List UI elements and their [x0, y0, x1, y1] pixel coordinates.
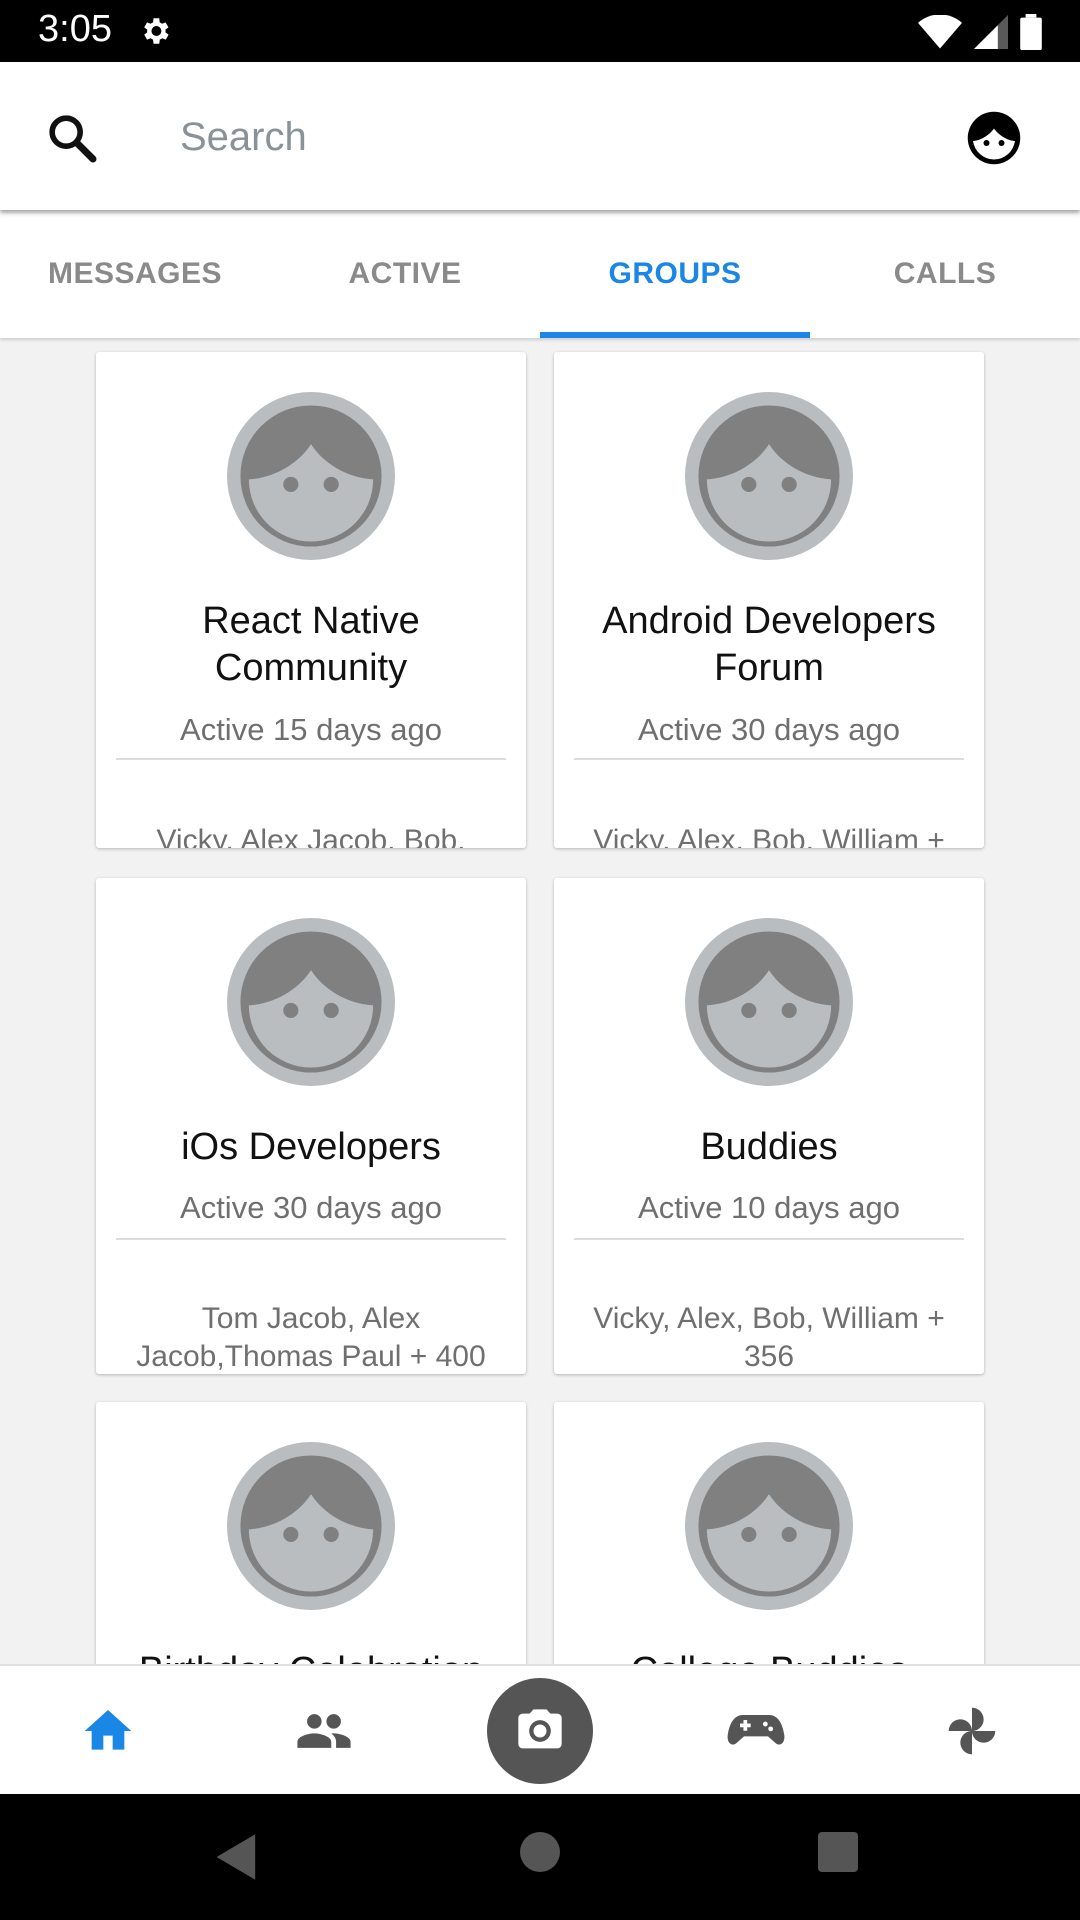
group-active-status: Active 10 days ago: [638, 1190, 900, 1225]
nav-home[interactable]: [0, 1666, 216, 1796]
search-header: [0, 62, 1080, 210]
status-bar: 3:05: [0, 0, 1080, 62]
group-members: Vicky, Alex, Bob, William + 356: [593, 1302, 945, 1373]
nav-camera[interactable]: [432, 1666, 648, 1796]
group-members: Tom Jacob, Alex Jacob,Thomas Paul + 400: [136, 1302, 486, 1373]
group-avatar-icon: [227, 1442, 395, 1610]
group-name: College Buddies: [574, 1648, 964, 1664]
bottom-nav: [0, 1664, 1080, 1796]
settings-gear-icon: [144, 18, 169, 44]
group-avatar-icon: [227, 392, 395, 560]
group-name: iOs Developers: [181, 1126, 441, 1168]
nav-people[interactable]: [216, 1666, 432, 1796]
home-icon: [84, 1710, 132, 1750]
tab-active[interactable]: ACTIVE: [270, 210, 540, 338]
tab-bar: MESSAGES ACTIVE GROUPS CALLS: [0, 210, 1080, 338]
active-tab-indicator: [540, 332, 810, 338]
nav-discover[interactable]: [864, 1666, 1080, 1796]
signal-icon: [974, 15, 1008, 49]
status-time: 3:05: [38, 8, 112, 50]
group-members: Vicky, Alex, Bob, William + 356: [593, 824, 945, 848]
search-input[interactable]: [178, 100, 902, 174]
card-divider: [116, 758, 506, 760]
search-icon[interactable]: [44, 110, 100, 166]
battery-icon: [1020, 14, 1042, 50]
pinwheel-icon: [948, 1707, 996, 1755]
home-circle-icon[interactable]: [520, 1832, 560, 1872]
status-indicators: [918, 12, 1042, 52]
group-name: Buddies: [700, 1126, 838, 1168]
camera-icon: [518, 1709, 562, 1749]
back-icon[interactable]: [214, 1832, 260, 1882]
group-name: React Native Community: [202, 600, 420, 689]
group-avatar-icon: [685, 392, 853, 560]
card-divider: [116, 1238, 506, 1240]
people-icon: [297, 1714, 351, 1748]
nav-games[interactable]: [648, 1666, 864, 1796]
group-name: Android Developers Forum: [602, 600, 936, 689]
group-card[interactable]: College Buddies: [554, 1402, 984, 1664]
system-nav-bar: [0, 1794, 1080, 1920]
group-card[interactable]: Buddies Active 10 days ago Vicky, Alex, …: [554, 878, 984, 1374]
groups-grid: React Native Community Active 15 days ag…: [0, 338, 1080, 1664]
group-card[interactable]: iOs Developers Active 30 days ago Tom Ja…: [96, 878, 526, 1374]
group-avatar-icon: [227, 918, 395, 1086]
group-members: Vicky, Alex Jacob, Bob, William + 320: [156, 824, 466, 848]
group-avatar-icon: [685, 918, 853, 1086]
tab-messages[interactable]: MESSAGES: [0, 210, 270, 338]
wifi-icon: [918, 15, 962, 49]
recents-icon[interactable]: [818, 1832, 858, 1872]
tab-calls[interactable]: CALLS: [810, 210, 1080, 338]
group-avatar-icon: [685, 1442, 853, 1610]
card-divider: [574, 758, 964, 760]
group-card[interactable]: Birthday Celebration: [96, 1402, 526, 1664]
camera-button[interactable]: [487, 1678, 593, 1784]
card-divider: [574, 1238, 964, 1240]
group-active-status: Active 15 days ago: [180, 712, 442, 747]
group-active-status: Active 30 days ago: [180, 1190, 442, 1225]
group-active-status: Active 30 days ago: [638, 712, 900, 747]
group-card[interactable]: Android Developers Forum Active 30 days …: [554, 352, 984, 848]
profile-face-icon[interactable]: [964, 108, 1024, 168]
tab-groups[interactable]: GROUPS: [540, 210, 810, 338]
group-name: Birthday Celebration: [116, 1648, 506, 1664]
group-card[interactable]: React Native Community Active 15 days ag…: [96, 352, 526, 848]
gamepad-icon: [727, 1715, 785, 1745]
